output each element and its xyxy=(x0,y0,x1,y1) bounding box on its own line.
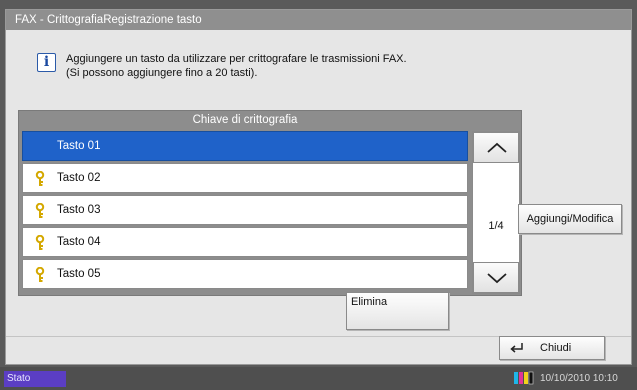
key-row-04[interactable]: Tasto 04 xyxy=(22,227,468,257)
dialog-frame: FAX - CrittografiaRegistrazione tasto i … xyxy=(5,9,632,365)
close-button[interactable]: Chiudi xyxy=(499,336,605,360)
chevron-down-icon xyxy=(487,273,507,284)
info-icon: i xyxy=(37,53,56,72)
delete-button[interactable]: Elimina xyxy=(346,292,449,330)
instruction-message: Aggiungere un tasto da utilizzare per cr… xyxy=(66,52,407,80)
return-arrow-icon xyxy=(510,343,523,353)
list-scrollbar: 1/4 xyxy=(472,131,520,294)
key-row-label: Tasto 03 xyxy=(57,204,101,216)
key-icon xyxy=(35,203,45,218)
instruction-line-2: (Si possono aggiungere fino a 20 tasti). xyxy=(66,67,258,79)
key-icon xyxy=(35,171,45,186)
key-row-05[interactable]: Tasto 05 xyxy=(22,259,468,289)
key-row-01[interactable]: Tasto 01 xyxy=(22,131,468,161)
list-header: Chiave di crittografia xyxy=(192,114,298,126)
delete-button-label: Elimina xyxy=(351,296,388,308)
key-row-label: Tasto 04 xyxy=(57,236,101,248)
instruction-line-1: Aggiungere un tasto da utilizzare per cr… xyxy=(66,53,407,65)
key-icon xyxy=(35,235,45,250)
key-row-label: Tasto 01 xyxy=(57,140,101,152)
add-modify-button[interactable]: Aggiungi/Modifica xyxy=(518,204,622,234)
key-row-label: Tasto 02 xyxy=(57,172,101,184)
date-time: 10/10/2010 10:10 xyxy=(540,373,618,384)
window-title: FAX - CrittografiaRegistrazione tasto xyxy=(6,10,631,30)
key-row-03[interactable]: Tasto 03 xyxy=(22,195,468,225)
chevron-up-icon xyxy=(487,142,507,153)
page-indicator: 1/4 xyxy=(488,220,504,232)
close-button-label: Chiudi xyxy=(540,342,572,354)
key-row-label: Tasto 05 xyxy=(57,268,101,280)
key-row-02[interactable]: Tasto 02 xyxy=(22,163,468,193)
scroll-down-button[interactable] xyxy=(473,262,519,293)
key-icon xyxy=(35,267,45,282)
status-button[interactable]: Stato xyxy=(4,371,66,387)
encryption-key-list: Chiave di crittografia Tasto 01 Tasto 02… xyxy=(18,110,522,296)
scroll-up-button[interactable] xyxy=(473,132,519,163)
toner-level-icon xyxy=(514,371,534,385)
status-bar: Stato 10/10/2010 10:10 xyxy=(0,367,637,390)
